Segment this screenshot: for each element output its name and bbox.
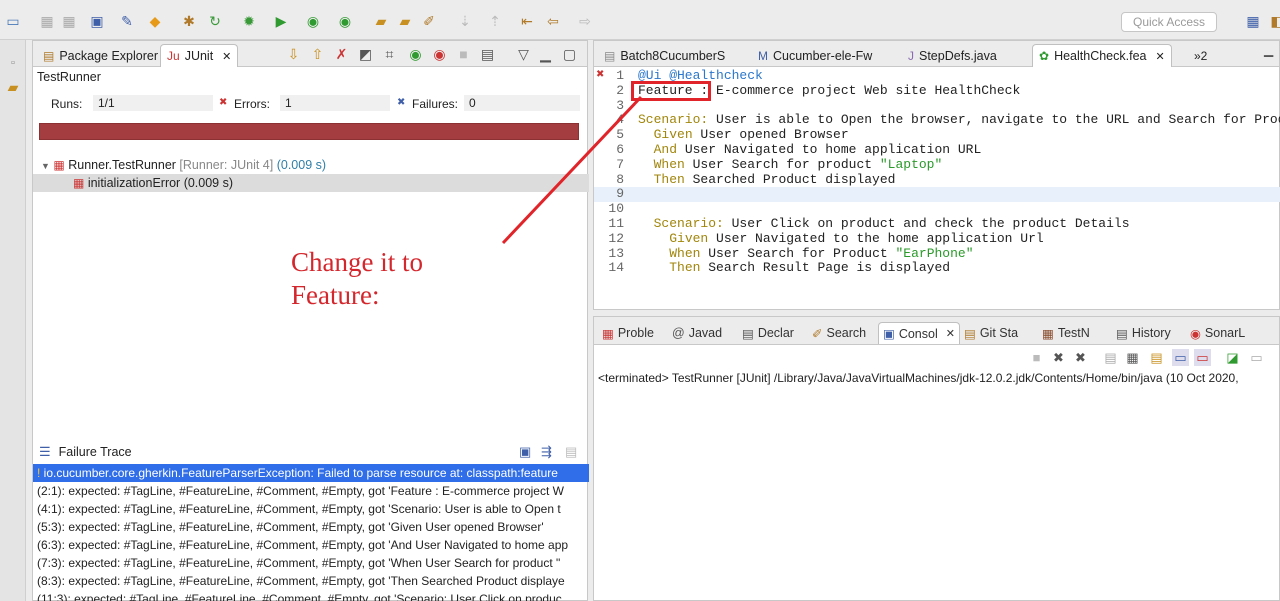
annotation-arrow [501, 95, 643, 245]
eclipse-window: ▭ ▦ ▦ ▣ ✎ ◆ ✱ ↻ ✹ ▶ ◉ ◉ ▰ ▰ ✐ ⇣ ⇡ ⇤ ⇦ ⇨ … [0, 0, 1280, 601]
annotation-text: Change it to Feature: [291, 246, 423, 312]
annotation-line-2: Feature: [291, 280, 380, 310]
annotation-line-1: Change it to [291, 247, 423, 277]
arrow-line [501, 95, 643, 245]
